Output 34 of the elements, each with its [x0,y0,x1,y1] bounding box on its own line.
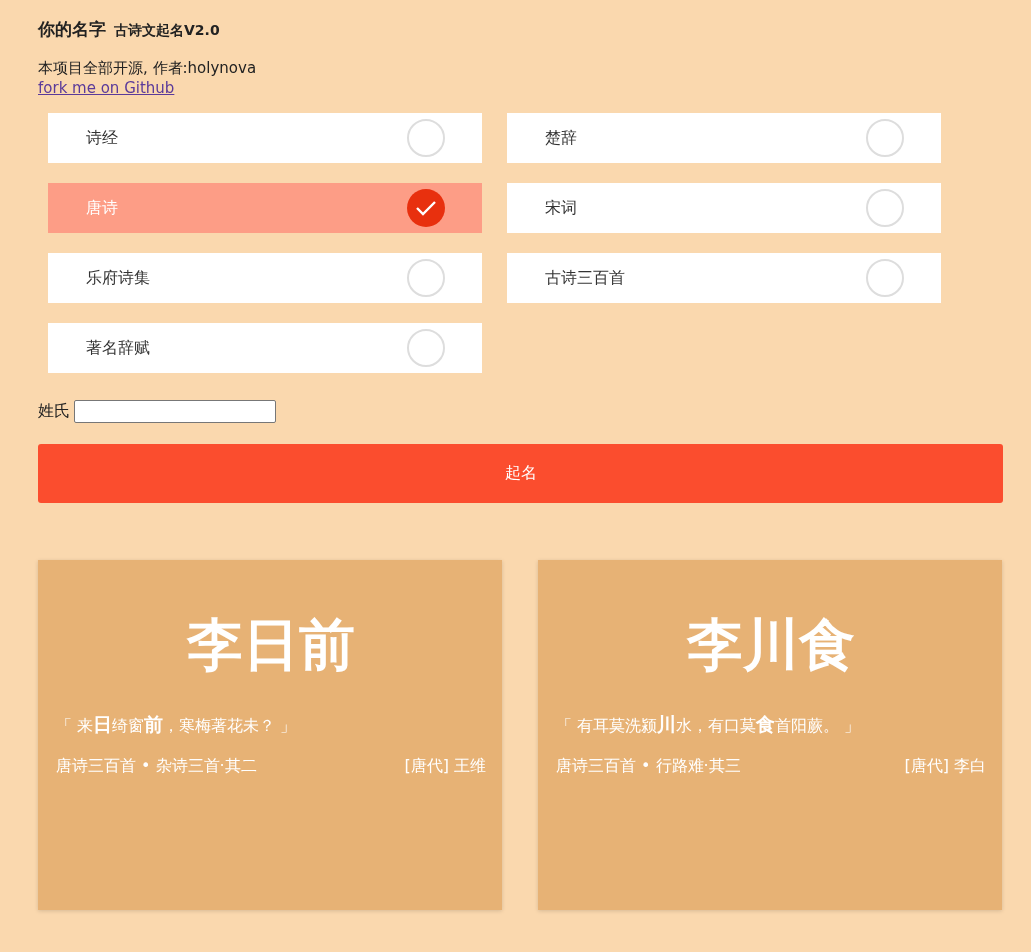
source-option[interactable]: 古诗三百首 [507,253,941,303]
radio-circle [407,329,445,367]
result-name: 李日前 [185,611,356,679]
radio-circle [407,119,445,157]
option-label: 著名辞赋 [86,337,150,359]
option-label: 唐诗 [86,197,118,219]
option-label: 宋词 [545,197,577,219]
poem-source: 唐诗三百首 • 杂诗三首·其二 [56,756,257,777]
intro-text: 本项目全部开源, 作者:holynova [38,59,258,78]
check-icon [407,189,445,227]
radio-circle [407,259,445,297]
source-option[interactable]: 著名辞赋 [48,323,482,373]
field-label: 姓氏 [38,401,70,422]
source-option[interactable]: 乐府诗集 [48,253,482,303]
result-name: 李川食 [685,611,856,679]
source-option[interactable]: 楚辞 [507,113,941,163]
radio-circle [866,119,904,157]
source-option[interactable]: 诗经 [48,113,482,163]
radio-circle [866,189,904,227]
source-option[interactable]: 宋词 [507,183,941,233]
poem-quote: 「 来日绮窗前，寒梅著花未？ 」 [56,712,298,737]
option-label: 古诗三百首 [545,267,625,289]
github-link[interactable]: fork me on Github [38,79,175,97]
surname-input[interactable] [74,400,276,423]
poem-author: [唐代] 李白 [904,756,986,777]
poem-source: 唐诗三百首 • 行路难·其三 [556,756,741,777]
option-label: 楚辞 [545,127,577,149]
option-label: 乐府诗集 [86,267,150,289]
poem-author: [唐代] 王维 [404,756,486,777]
radio-circle [866,259,904,297]
app-subtitle: 古诗文起名V2.0 [114,22,220,40]
option-label: 诗经 [86,127,118,149]
app-title: 你的名字 [38,18,106,41]
poem-quote: 「 有耳莫洗颍川水，有口莫食首阳蕨。 」 [556,712,862,737]
